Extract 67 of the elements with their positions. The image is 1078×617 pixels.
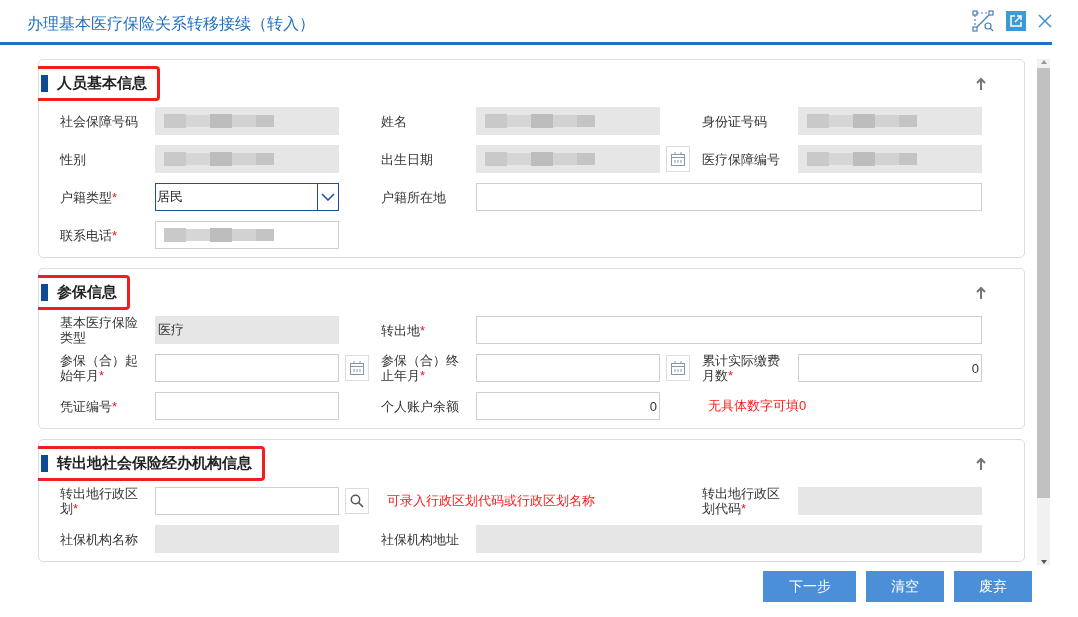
- caret-icon: [321, 193, 335, 201]
- hint-text: 可录入行政区划代码或行政区划名称: [386, 492, 596, 510]
- section-marker: [41, 283, 48, 301]
- calendar-button[interactable]: [666, 355, 690, 381]
- input-field[interactable]: 0: [798, 354, 982, 382]
- section-marker: [41, 454, 48, 472]
- field-label: 转出地*: [381, 322, 427, 338]
- field-label: 转出地行政区划代码*: [702, 486, 781, 516]
- hint-text: 无具体数字可填0: [707, 397, 808, 415]
- input-field[interactable]: [476, 316, 982, 344]
- calendar-button[interactable]: [666, 146, 690, 172]
- collapse-arrow-icon[interactable]: [976, 76, 986, 90]
- fit-icon[interactable]: [972, 10, 994, 32]
- field-label: 户籍所在地: [381, 189, 447, 205]
- input-field[interactable]: [155, 354, 339, 382]
- field-label: 社保机构名称: [60, 531, 139, 547]
- field-label: 身份证号码: [702, 113, 768, 129]
- field-label: 转出地行政区划*: [60, 486, 139, 516]
- input-field[interactable]: [155, 145, 339, 173]
- field-label: 参保（合）起始年月*: [60, 353, 139, 383]
- field-label: 累计实际缴费月数*: [702, 353, 781, 383]
- field-label: 出生日期: [381, 151, 434, 167]
- field-label: 社保机构地址: [381, 531, 460, 547]
- section-marker: [41, 74, 48, 92]
- collapse-arrow-icon[interactable]: [976, 285, 986, 299]
- field-label: 医疗保障编号: [702, 151, 781, 167]
- input-field[interactable]: [155, 221, 339, 249]
- section-title: 参保信息: [57, 282, 117, 302]
- collapse-arrow-icon[interactable]: [976, 456, 986, 470]
- input-field[interactable]: 医疗: [155, 316, 339, 344]
- input-field[interactable]: [155, 487, 339, 515]
- field-label: 联系电话*: [60, 227, 119, 243]
- input-field[interactable]: [798, 487, 982, 515]
- field-label: 社会保障号码: [60, 113, 139, 129]
- calendar-icon: [349, 360, 365, 376]
- search-icon: [350, 494, 364, 508]
- calendar-icon: [670, 151, 686, 167]
- input-field[interactable]: [476, 107, 660, 135]
- input-field[interactable]: [476, 145, 660, 173]
- scrollbar[interactable]: [1037, 59, 1050, 565]
- calendar-icon: [670, 360, 686, 376]
- input-field[interactable]: [155, 107, 339, 135]
- input-field[interactable]: [155, 392, 339, 420]
- input-field[interactable]: [155, 525, 339, 553]
- scroll-down-icon[interactable]: [1039, 559, 1048, 565]
- scroll-up-icon[interactable]: [1039, 59, 1048, 65]
- input-field[interactable]: [798, 145, 982, 173]
- field-label: 基本医疗保险类型: [60, 315, 139, 345]
- input-field[interactable]: [476, 354, 660, 382]
- calendar-button[interactable]: [345, 355, 369, 381]
- search-button[interactable]: [345, 488, 369, 514]
- field-label: 参保（合）终止年月*: [381, 353, 460, 383]
- popout-icon[interactable]: [1006, 11, 1026, 31]
- field-label: 户籍类型*: [60, 189, 119, 205]
- input-field[interactable]: [798, 107, 982, 135]
- section-title: 人员基本信息: [57, 73, 147, 93]
- field-label: 性别: [60, 151, 87, 167]
- field-label: 凭证编号*: [60, 398, 119, 414]
- input-field[interactable]: 0: [476, 392, 660, 420]
- input-field[interactable]: [476, 525, 982, 553]
- input-field[interactable]: [476, 183, 982, 211]
- field-label: 个人账户余额: [381, 398, 460, 414]
- window-title: 办理基本医疗保险关系转移接续（转入）: [27, 13, 316, 34]
- field-label: 姓名: [381, 113, 408, 129]
- close-icon[interactable]: [1038, 14, 1052, 28]
- section-title: 转出地社会保险经办机构信息: [57, 453, 252, 473]
- dropdown[interactable]: 居民: [155, 183, 339, 211]
